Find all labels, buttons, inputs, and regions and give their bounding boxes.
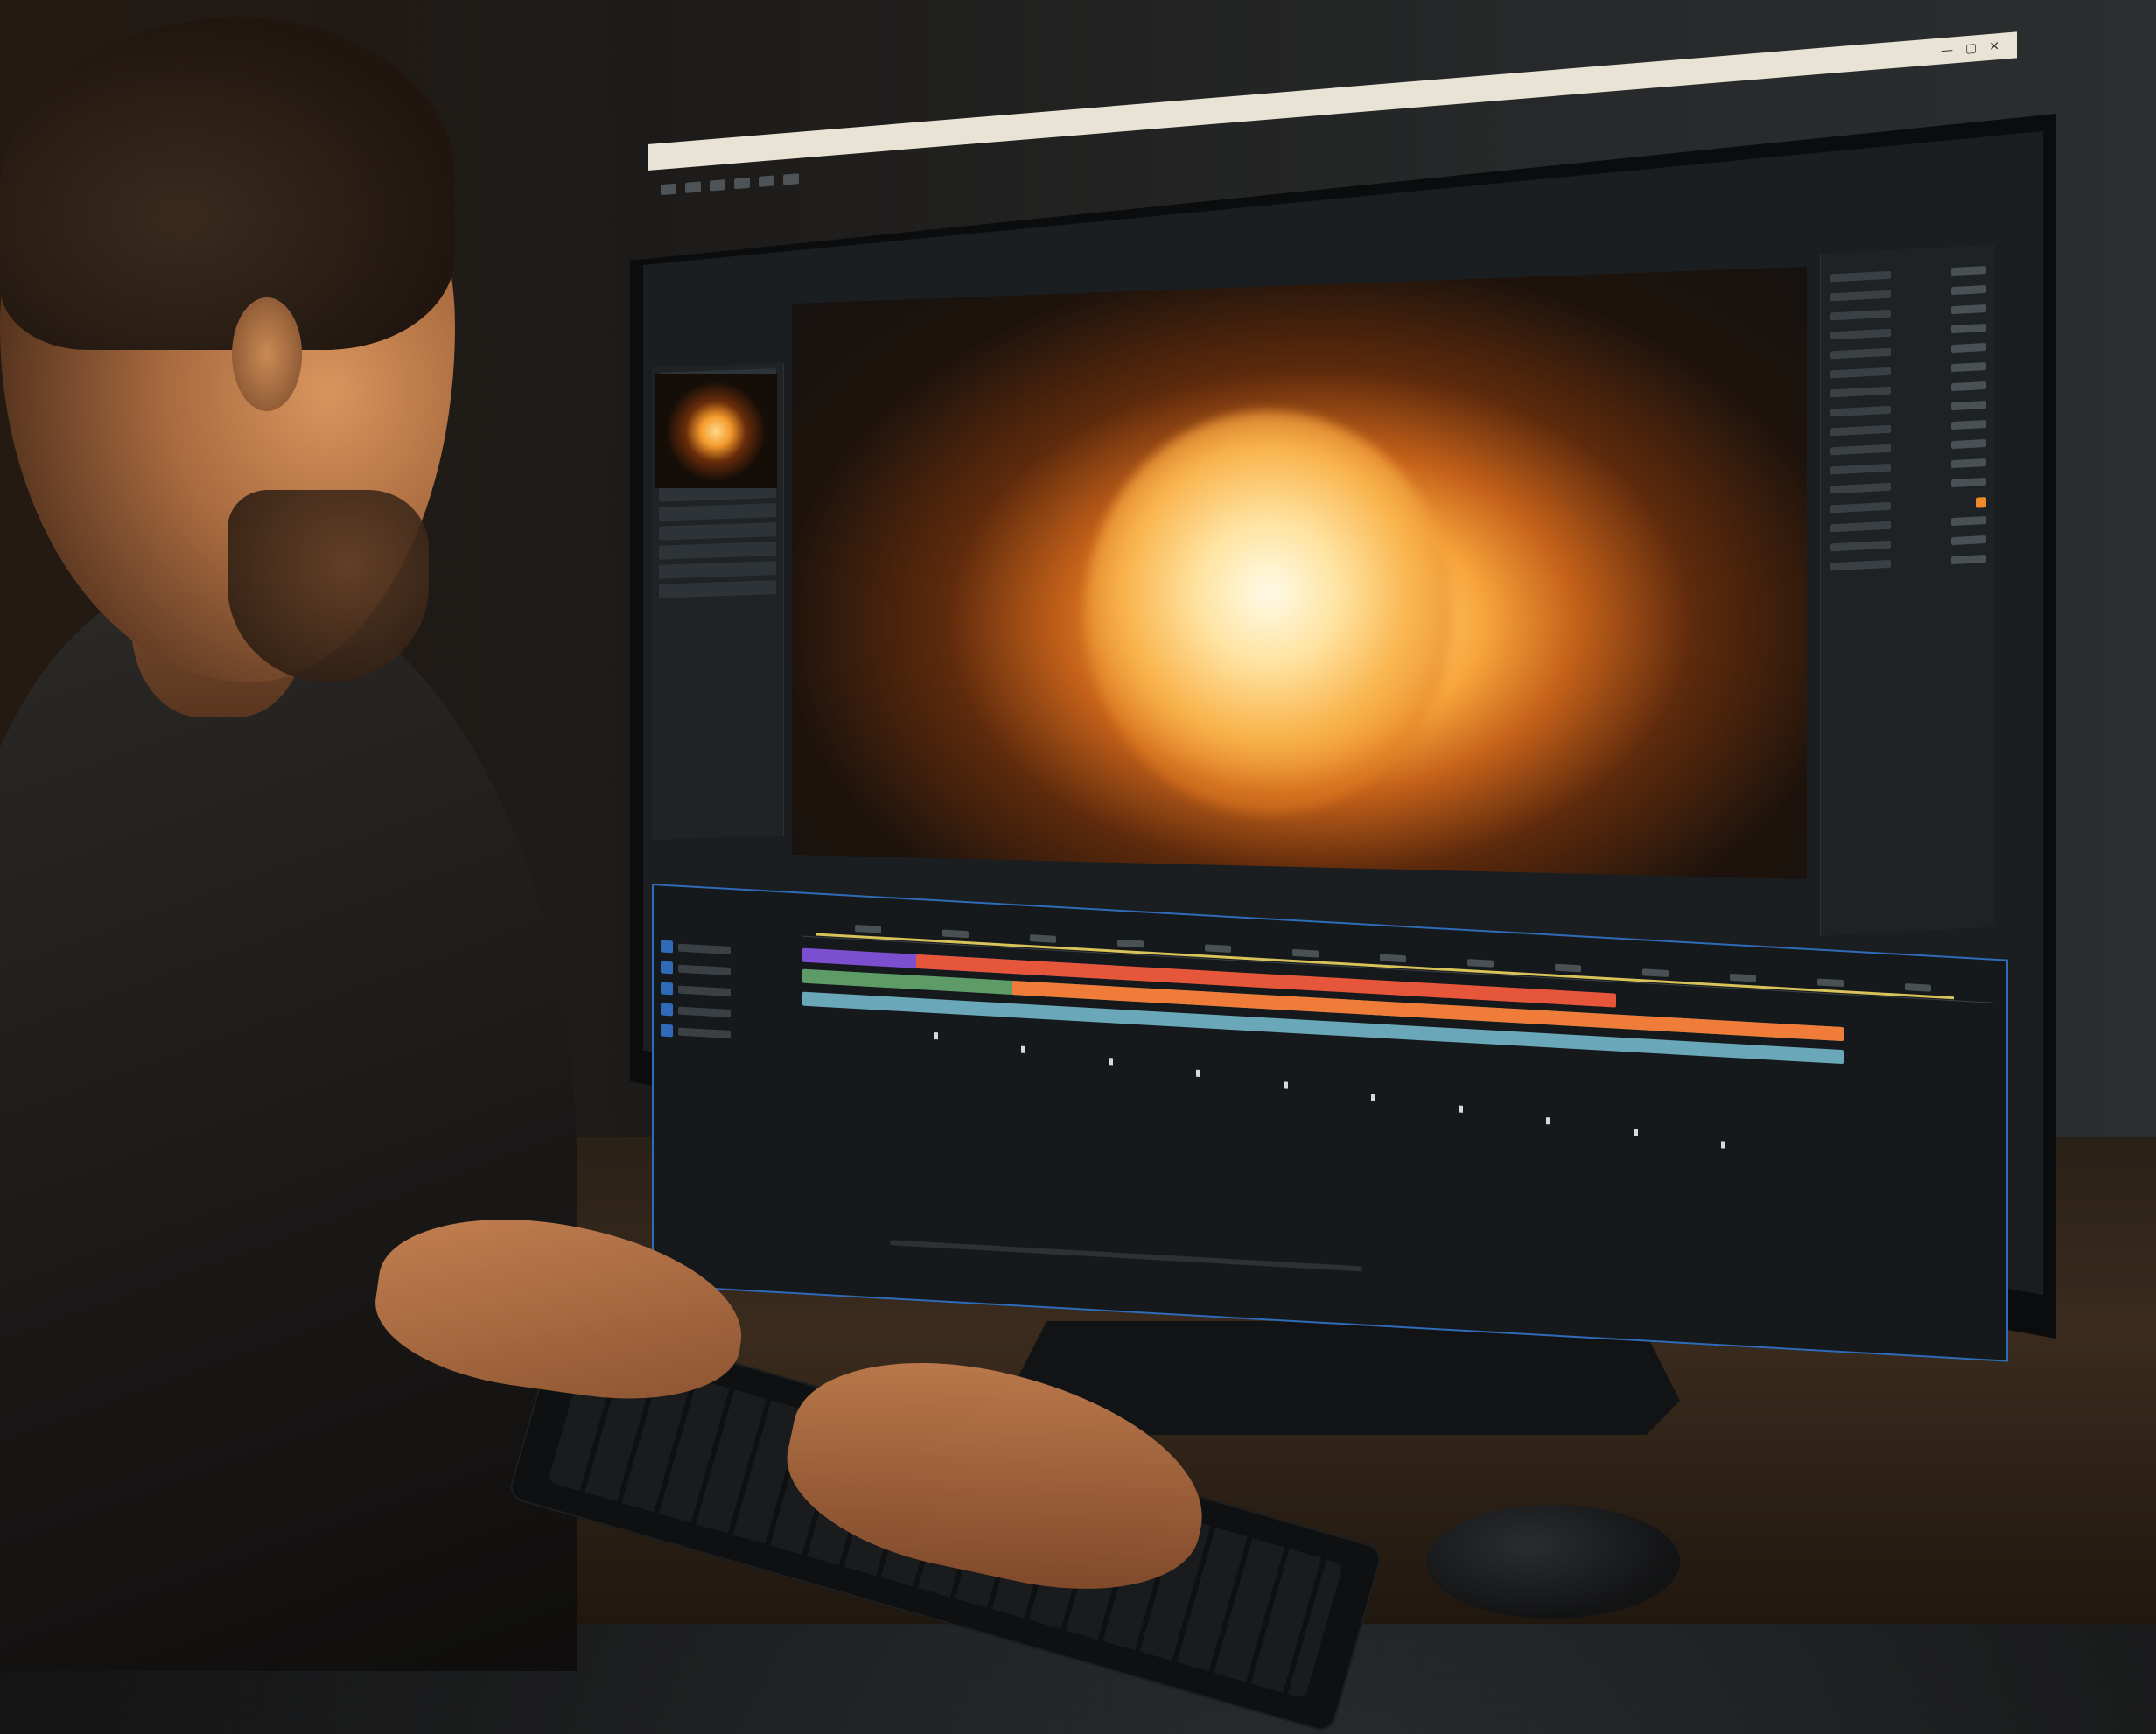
explosion-effect	[1085, 411, 1452, 814]
property-row[interactable]	[1830, 458, 1986, 477]
layer-row[interactable]	[661, 981, 801, 1004]
property-row[interactable]	[1830, 516, 1986, 535]
toolbar-button[interactable]	[734, 177, 750, 190]
keyframe-marker[interactable]	[1021, 1045, 1026, 1053]
keyframe-marker[interactable]	[1196, 1069, 1200, 1078]
layer-row[interactable]	[661, 1002, 801, 1025]
minimize-icon[interactable]: —	[1941, 37, 1953, 64]
person-beard	[228, 490, 429, 682]
project-item[interactable]	[659, 503, 776, 521]
property-row[interactable]	[1830, 304, 1986, 323]
project-item[interactable]	[659, 561, 776, 579]
keyframe-marker[interactable]	[1371, 1093, 1376, 1101]
maximize-icon[interactable]: ▢	[1965, 35, 1977, 62]
project-item[interactable]	[659, 522, 776, 541]
keyframe-marker[interactable]	[1459, 1105, 1463, 1113]
keyframe-marker[interactable]	[1721, 1141, 1726, 1149]
property-row[interactable]	[1830, 535, 1986, 554]
layer-list	[661, 939, 801, 1052]
keyframe-marker[interactable]	[934, 1032, 938, 1040]
layer-row[interactable]	[661, 1023, 801, 1046]
close-icon[interactable]: ✕	[1989, 33, 1999, 60]
property-row[interactable]	[1830, 420, 1986, 438]
toolbar-button[interactable]	[783, 173, 799, 185]
properties-panel	[1820, 244, 1995, 936]
property-row[interactable]	[1830, 401, 1986, 419]
property-row-color[interactable]	[1830, 497, 1986, 515]
property-row[interactable]	[1830, 381, 1986, 400]
person-ear	[232, 297, 302, 411]
toolbar-button[interactable]	[710, 179, 725, 192]
source-thumbnail[interactable]	[654, 374, 777, 488]
property-row[interactable]	[1830, 266, 1986, 284]
layer-row[interactable]	[661, 960, 801, 983]
timeline-scrollbar[interactable]	[890, 1240, 1362, 1272]
toolbar-button[interactable]	[685, 181, 701, 193]
layer-row[interactable]	[661, 939, 801, 962]
property-row[interactable]	[1830, 439, 1986, 458]
property-row[interactable]	[1830, 285, 1986, 304]
toolbar-button[interactable]	[661, 183, 676, 196]
project-item[interactable]	[659, 580, 776, 598]
property-row[interactable]	[1830, 324, 1986, 342]
project-item[interactable]	[659, 542, 776, 560]
toolbar-button[interactable]	[759, 175, 774, 187]
property-row[interactable]	[1830, 555, 1986, 573]
property-row[interactable]	[1830, 478, 1986, 496]
keyframe-marker[interactable]	[1546, 1117, 1550, 1125]
keyframe-marker[interactable]	[1284, 1081, 1288, 1089]
property-row[interactable]	[1830, 343, 1986, 361]
property-row[interactable]	[1830, 362, 1986, 381]
color-swatch[interactable]	[1976, 497, 1986, 508]
keyframe-marker[interactable]	[1634, 1129, 1638, 1137]
computer-mouse[interactable]	[1426, 1505, 1680, 1619]
window-controls: — ▢ ✕	[1941, 33, 1999, 65]
keyframe-marker[interactable]	[1109, 1058, 1113, 1066]
timeline-panel[interactable]	[652, 884, 2008, 1362]
